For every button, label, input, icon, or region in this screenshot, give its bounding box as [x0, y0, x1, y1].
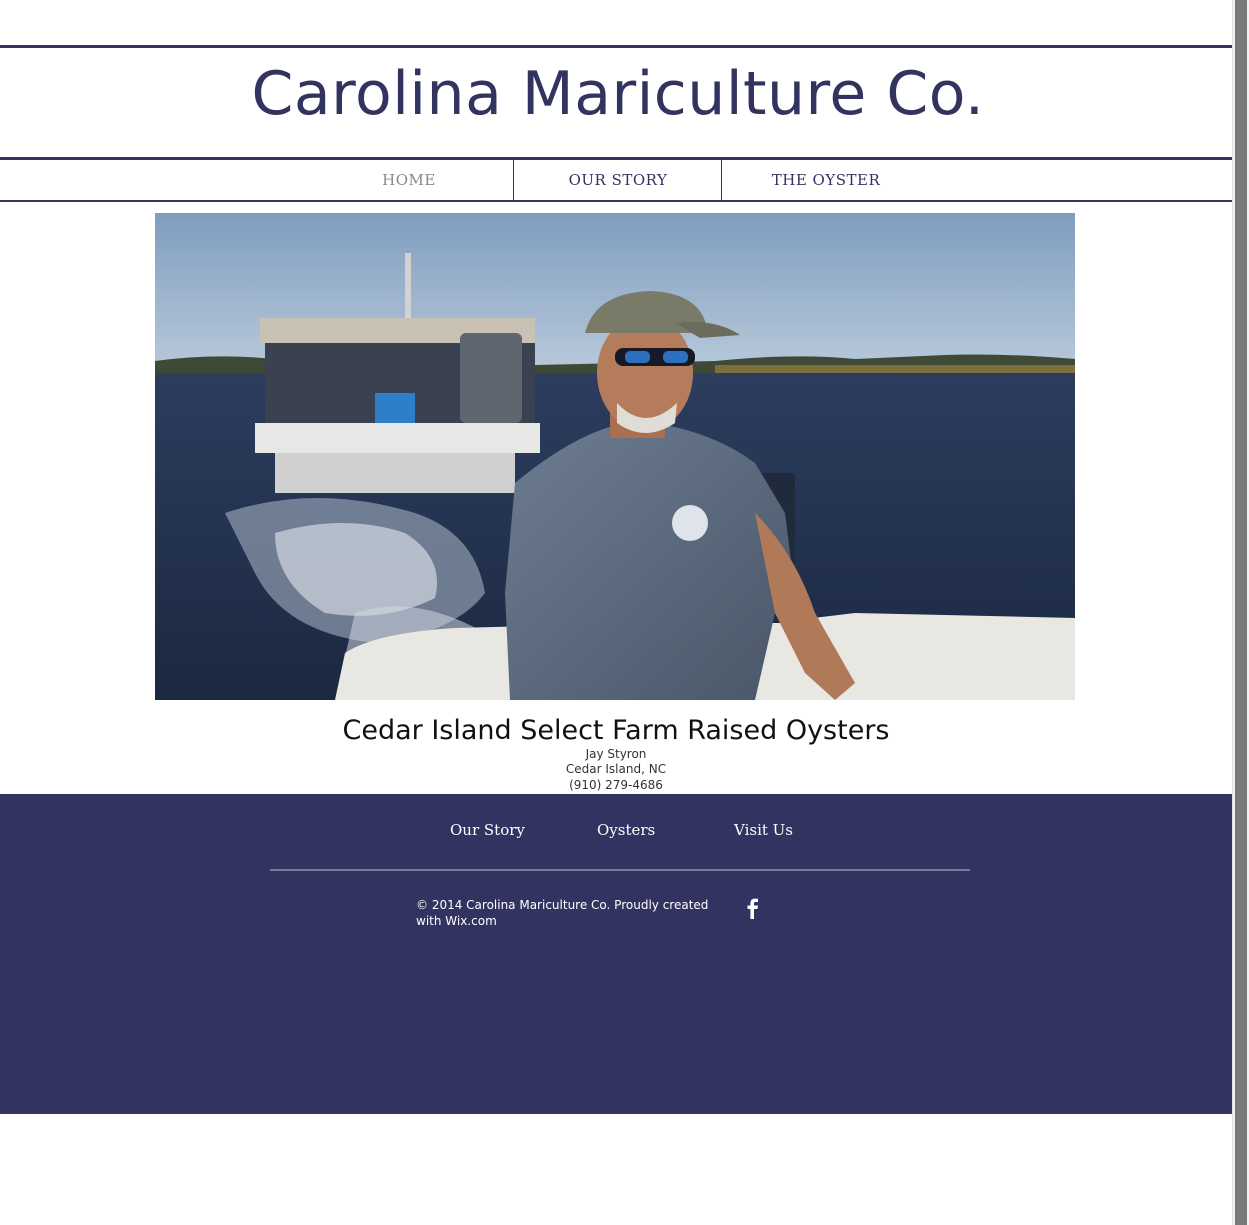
- facebook-icon[interactable]: [743, 897, 763, 919]
- nav-item-our-story[interactable]: OUR STORY: [513, 160, 722, 200]
- scrollbar-thumb[interactable]: [1235, 0, 1247, 1225]
- footer-link-oysters[interactable]: Oysters: [597, 821, 655, 839]
- caption-title: Cedar Island Select Farm Raised Oysters: [342, 715, 890, 746]
- caption-location: Cedar Island, NC: [565, 762, 667, 776]
- header-top-rule: [0, 45, 1232, 48]
- site-title[interactable]: Carolina Mariculture Co.: [0, 56, 1236, 132]
- hero-image: [155, 213, 1075, 700]
- footer-link-visit-us[interactable]: Visit Us: [734, 821, 793, 839]
- footer-copyright: © 2014 Carolina Mariculture Co. Proudly …: [416, 898, 709, 928]
- caption-name: Jay Styron: [585, 747, 647, 761]
- caption-phone[interactable]: (910) 279-4686: [0, 778, 1232, 793]
- nav-item-the-oyster[interactable]: THE OYSTER: [721, 160, 930, 200]
- scrollbar[interactable]: [1232, 0, 1249, 1225]
- page: Carolina Mariculture Co. HOME OUR STORY …: [0, 0, 1232, 1225]
- hero-photo: [155, 213, 1075, 700]
- footer-divider: [270, 869, 970, 871]
- footer-link-our-story[interactable]: Our Story: [450, 821, 525, 839]
- footer: Our Story Oysters Visit Us © 2014 Caroli…: [0, 794, 1232, 1114]
- nav-item-home[interactable]: HOME: [305, 160, 513, 200]
- nav-bottom-rule: [0, 200, 1232, 202]
- main-nav: HOME OUR STORY THE OYSTER: [0, 160, 1232, 200]
